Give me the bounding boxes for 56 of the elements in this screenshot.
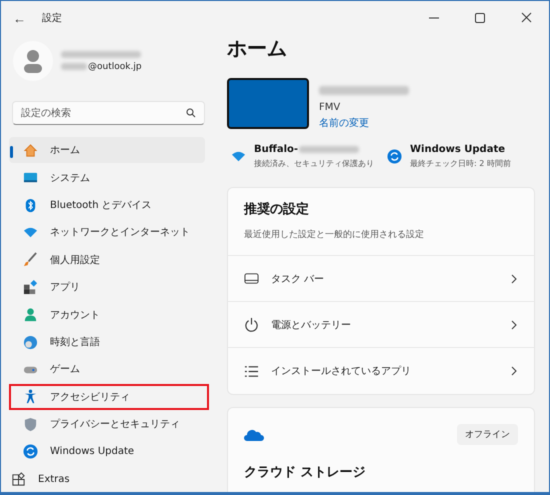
avatar-icon	[13, 41, 53, 82]
person-icon	[23, 307, 38, 322]
power-icon	[244, 317, 259, 332]
account-email: @outlook.jp	[88, 62, 142, 72]
status-subtitle: 最終チェック日時: 2 時間前	[410, 158, 511, 169]
chevron-icon	[510, 320, 518, 330]
card-title: クラウド ストレージ	[243, 464, 367, 482]
card-title: 推奨の設定	[244, 200, 310, 218]
globe-clock-icon	[23, 334, 38, 350]
nav-item[interactable]: 時刻と言語	[9, 329, 205, 356]
home-icon	[23, 142, 38, 158]
settings-row[interactable]: タスク バー	[228, 256, 534, 302]
accessibility-icon	[23, 389, 38, 404]
back-button[interactable]: ←	[11, 10, 28, 26]
page-title: ホーム	[227, 35, 288, 62]
status-subtitle: 接続済み、セキュリティ保護あり	[254, 158, 374, 169]
brush-icon	[23, 252, 38, 268]
nav-item[interactable]: ゲーム	[9, 356, 205, 382]
rename-link[interactable]: 名前の変更	[319, 116, 409, 130]
device-screen-icon	[227, 78, 309, 129]
nav-item[interactable]: ホーム	[9, 137, 205, 164]
search-icon	[186, 108, 196, 118]
taskbar-icon	[244, 271, 259, 286]
nav-item[interactable]: Bluetooth とデバイス	[9, 192, 205, 218]
chevron-icon	[510, 274, 518, 284]
settings-row[interactable]: インストールされているアプリ	[228, 348, 534, 394]
status-badge: オフライン	[457, 424, 518, 445]
nav-item[interactable]: アプリ	[9, 274, 205, 300]
redaction-blur	[61, 63, 87, 70]
selection-indicator	[10, 146, 13, 158]
update-icon	[387, 149, 402, 164]
status-title: Windows Update	[410, 144, 506, 155]
nav-item[interactable]: アクセシビリティ	[9, 384, 209, 410]
nav-item[interactable]: ネットワークとインターネット	[9, 219, 205, 246]
update-icon	[23, 444, 38, 460]
nav-item[interactable]: 個人用設定	[9, 246, 205, 273]
window-title: 設定	[42, 12, 62, 25]
redaction-blur	[299, 146, 360, 153]
wifi-icon	[231, 149, 246, 164]
status-title: Buffalo-	[254, 144, 298, 155]
nav-item[interactable]: プライバシーとセキュリティ	[9, 411, 205, 438]
chevron-icon	[510, 366, 518, 376]
nav-item[interactable]: Windows Update	[9, 438, 205, 465]
list-icon	[244, 364, 259, 378]
bluetooth-icon	[23, 198, 38, 213]
search-field[interactable]: 設定の検索	[12, 101, 205, 126]
settings-row[interactable]: 電源とバッテリー	[228, 302, 534, 348]
nav-item[interactable]: システム	[9, 164, 205, 191]
apps-icon	[23, 280, 38, 295]
nav-item[interactable]: Extras	[9, 466, 205, 492]
card-subtitle: 最近使用した設定と一般的に使用される設定	[244, 228, 425, 241]
extras-icon	[11, 472, 26, 486]
cloud-icon	[244, 428, 264, 440]
device-model: FMV	[319, 102, 342, 113]
shield-icon	[23, 416, 38, 432]
nav-item[interactable]: アカウント	[9, 302, 205, 328]
